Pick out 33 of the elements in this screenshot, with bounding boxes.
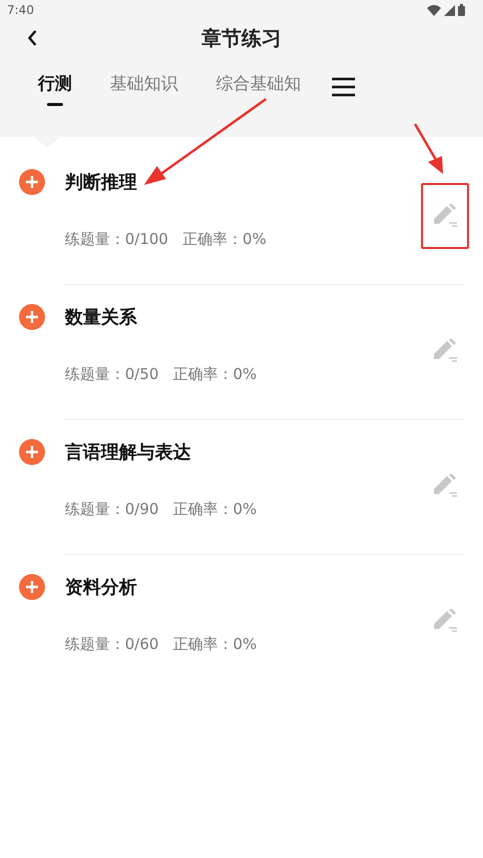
- category-tab[interactable]: 行测: [38, 72, 72, 106]
- chapter-stats: 练题量：0/50 正确率：0%: [65, 365, 258, 384]
- menu-button[interactable]: [332, 77, 355, 97]
- edit-button[interactable]: [421, 183, 469, 249]
- page-title: 章节练习: [202, 24, 282, 52]
- plus-icon: [26, 176, 38, 188]
- plus-icon: [26, 311, 38, 323]
- chapter-stats: 练题量：0/90 正确率：0%: [65, 500, 258, 519]
- annotation-arrow: [414, 123, 443, 174]
- plus-icon: [26, 581, 38, 593]
- signal-icon: [444, 4, 455, 16]
- menu-icon: [332, 77, 355, 97]
- expand-button[interactable]: [19, 574, 45, 600]
- status-time: 7:40: [7, 3, 34, 17]
- expand-button[interactable]: [19, 169, 45, 195]
- back-icon: [28, 30, 36, 46]
- plus-icon: [26, 446, 38, 458]
- chapter-stats: 练题量：0/60 正确率：0%: [65, 635, 258, 654]
- pencil-icon: [432, 474, 458, 498]
- pencil-icon: [432, 204, 458, 228]
- chapter-stats: 练题量：0/100 正确率：0%: [65, 230, 268, 249]
- chapter-title: 言语理解与表达: [65, 441, 192, 464]
- pencil-icon: [432, 609, 458, 633]
- chapter-title: 数量关系: [65, 306, 138, 329]
- chapter-title: 资料分析: [65, 576, 138, 599]
- wifi-icon: [427, 4, 441, 16]
- expand-button[interactable]: [19, 304, 45, 330]
- category-tab[interactable]: 基础知识: [110, 72, 178, 106]
- battery-icon: [458, 4, 465, 16]
- pencil-icon: [432, 339, 458, 363]
- chapter-title: 判断推理: [65, 171, 138, 194]
- category-tab[interactable]: 综合基础知: [216, 72, 301, 106]
- expand-button[interactable]: [19, 439, 45, 465]
